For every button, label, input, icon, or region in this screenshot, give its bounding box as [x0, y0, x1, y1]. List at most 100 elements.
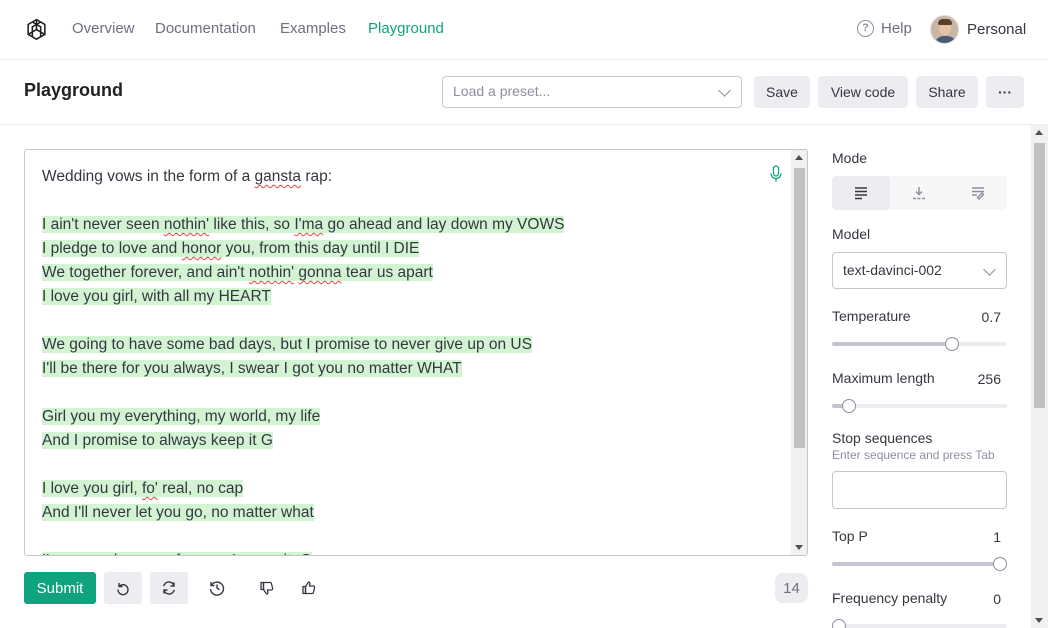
generated-text: Girl you my everything, my world, my lif… — [42, 408, 321, 425]
nav-playground[interactable]: Playground — [368, 20, 444, 37]
generated-text: gonna — [298, 264, 342, 281]
share-button[interactable]: Share — [916, 76, 978, 108]
stop-sequences-label: Stop sequences — [832, 430, 933, 446]
token-count-badge: 14 — [775, 573, 808, 603]
mode-selector[interactable] — [832, 176, 1007, 210]
top-p-slider-thumb[interactable] — [993, 557, 1007, 571]
editor-line: Wedding vows in the form of a gansta rap… — [42, 165, 782, 189]
frequency-penalty-value[interactable]: 0 — [960, 591, 1001, 607]
thumbs-up-icon — [302, 581, 316, 595]
preset-placeholder: Load a preset... — [453, 83, 551, 99]
editor-line: And I promise to always keep it G — [42, 429, 782, 453]
generated-text: tear us apart — [341, 264, 433, 281]
generated-text: I'll be there for you always, I swear I … — [42, 360, 462, 377]
generated-text: real, no cap — [157, 480, 244, 497]
header-divider — [0, 124, 1048, 125]
scroll-down-arrow-icon[interactable] — [1035, 618, 1043, 623]
temperature-label: Temperature — [832, 308, 911, 324]
help-icon: ? — [857, 20, 874, 37]
generated-text: nothin' — [163, 216, 210, 233]
max-length-value[interactable]: 256 — [960, 371, 1001, 387]
editor-scroll-thumb[interactable] — [794, 168, 805, 448]
page-title: Playground — [24, 80, 124, 100]
model-label: Model — [832, 226, 871, 242]
mode-complete-button[interactable] — [832, 176, 891, 210]
temperature-value[interactable]: 0.7 — [960, 309, 1001, 325]
submit-button[interactable]: Submit — [24, 572, 96, 604]
frequency-penalty-label: Frequency penalty — [832, 590, 948, 606]
editor-line: We going to have some bad days, but I pr… — [42, 333, 782, 357]
generated-text: And I promise to always keep it G — [42, 432, 273, 449]
prompt-editor[interactable]: Wedding vows in the form of a gansta rap… — [24, 149, 808, 556]
edit-mode-icon — [971, 187, 985, 200]
complete-mode-icon — [855, 187, 868, 200]
scroll-down-arrow-icon[interactable] — [795, 545, 803, 550]
stop-sequences-input[interactable] — [832, 471, 1007, 509]
account-label: Personal — [967, 21, 1027, 38]
temperature-slider-thumb[interactable] — [944, 337, 959, 351]
max-length-label: Maximum length — [832, 370, 935, 386]
regenerate-button[interactable] — [150, 572, 188, 604]
frequency-penalty-slider[interactable] — [832, 619, 1007, 628]
generated-text: fo' — [141, 480, 158, 497]
nav-examples[interactable]: Examples — [280, 20, 346, 37]
undo-icon — [117, 583, 129, 596]
help-link[interactable]: ? Help — [857, 20, 912, 37]
top-p-slider[interactable] — [832, 557, 1007, 571]
avatar — [930, 15, 959, 44]
page-scroll-thumb[interactable] — [1034, 143, 1045, 408]
generated-text: I love you girl, with all my HEART — [42, 288, 271, 305]
prompt-text[interactable]: Wedding vows in the form of a gansta rap… — [42, 165, 782, 555]
microphone-icon[interactable] — [769, 165, 783, 183]
more-options-button[interactable]: ··· — [986, 76, 1024, 108]
history-button[interactable] — [198, 572, 236, 604]
top-p-value[interactable]: 1 — [960, 529, 1001, 545]
editor-line: Girl you my everything, my world, my lif… — [42, 405, 782, 429]
thumbs-down-icon — [260, 581, 274, 595]
nav-documentation[interactable]: Documentation — [155, 20, 256, 37]
mode-label: Mode — [832, 150, 868, 166]
generated-text: like this, so — [209, 216, 295, 233]
scroll-up-arrow-icon[interactable] — [795, 155, 803, 160]
thumbs-up-button[interactable] — [290, 572, 328, 604]
editor-line: I'll be there for you always, I swear I … — [42, 357, 782, 381]
mode-insert-button[interactable] — [890, 176, 948, 210]
generated-text: go ahead and lay down my VOWS — [323, 216, 565, 233]
openai-logo-icon[interactable] — [24, 17, 49, 42]
temperature-slider[interactable] — [832, 337, 1007, 351]
prompt-text-segment: Wedding vows in the form of a — [42, 168, 255, 185]
page-scrollbar[interactable] — [1031, 125, 1048, 628]
prompt-text-segment: rap: — [301, 168, 333, 185]
generated-text: I love you girl, — [42, 480, 142, 497]
account-menu[interactable]: Personal — [930, 15, 1026, 44]
editor-scrollbar[interactable] — [791, 150, 807, 555]
history-icon — [209, 581, 225, 596]
top-p-label: Top P — [832, 528, 868, 544]
undo-button[interactable] — [104, 572, 142, 604]
generated-text: I'm gonna love you forever, I mean it, G — [42, 552, 313, 555]
save-button[interactable]: Save — [754, 76, 810, 108]
editor-line: I ain't never seen nothin' like this, so… — [42, 213, 782, 237]
frequency-penalty-slider-thumb[interactable] — [832, 619, 846, 628]
generated-text: you, from this day until I DIE — [221, 240, 420, 257]
nav-overview[interactable]: Overview — [72, 20, 135, 37]
view-code-button[interactable]: View code — [818, 76, 908, 108]
editor-line: I pledge to love and honor you, from thi… — [42, 237, 782, 261]
top-nav: Overview Documentation Examples Playgrou… — [0, 0, 1048, 60]
editor-line: And I'll never let you go, no matter wha… — [42, 501, 782, 525]
mode-edit-button[interactable] — [949, 176, 1007, 210]
preset-select[interactable]: Load a preset... — [442, 76, 742, 108]
thumbs-down-button[interactable] — [248, 572, 286, 604]
model-select[interactable]: text-davinci-002 — [832, 252, 1007, 289]
generated-text: I pledge to love and — [42, 240, 182, 257]
editor-line: I'm gonna love you forever, I mean it, G — [42, 549, 782, 555]
max-length-slider[interactable] — [832, 399, 1007, 413]
editor-line: We together forever, and ain't nothin' g… — [42, 261, 782, 285]
scroll-up-arrow-icon[interactable] — [1035, 130, 1043, 135]
generated-text: We together forever, and ain't — [42, 264, 249, 281]
max-length-slider-thumb[interactable] — [841, 399, 856, 413]
